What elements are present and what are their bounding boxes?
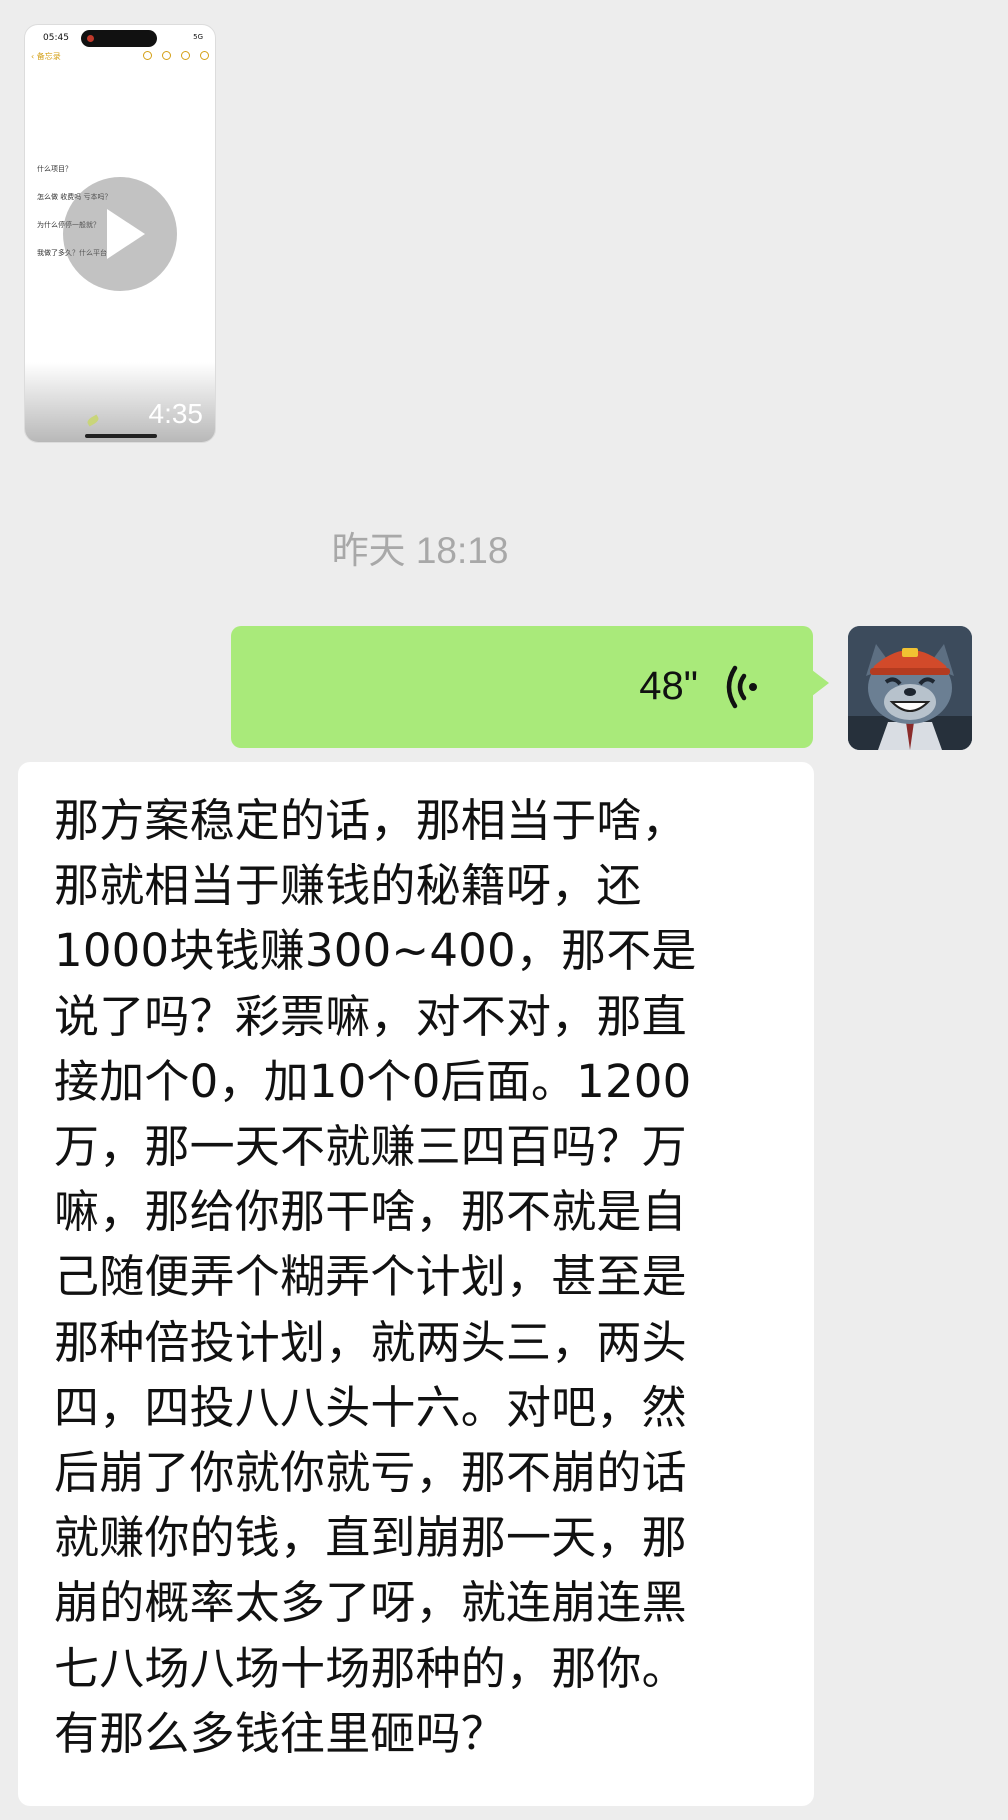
message-line: 那就相当于赚钱的秘籍呀，还 bbox=[54, 859, 642, 913]
dynamic-island bbox=[81, 30, 157, 47]
video-message[interactable]: 05:45 5G ‹ 备忘录 什么项目？ 怎么做 收费吗 亏本吗？ 为什么停停一… bbox=[24, 24, 216, 443]
play-icon[interactable] bbox=[63, 177, 177, 291]
message-line: 万，那一天不就赚三四百吗？万 bbox=[54, 1120, 687, 1174]
message-line: 崩的概率太多了呀，就连崩连黑 bbox=[54, 1576, 687, 1630]
message-line: 说了吗？彩票嘛，对不对，那直 bbox=[54, 989, 687, 1043]
message-line: 后崩了你就你就亏，那不崩的话 bbox=[54, 1446, 687, 1500]
video-status-bar: 05:45 5G bbox=[25, 25, 215, 47]
video-note-line: 什么项目？ bbox=[37, 165, 72, 173]
video-status-time: 05:45 bbox=[43, 33, 69, 43]
settings-icon bbox=[162, 51, 171, 60]
message-line: 七八场八场十场那种的，那你。 bbox=[54, 1641, 687, 1695]
video-notes-back: ‹ 备忘录 bbox=[31, 52, 61, 61]
video-notes-back-label: 备忘录 bbox=[36, 52, 61, 61]
message-line: 就赚你的钱，直到崩那一天，那 bbox=[54, 1511, 687, 1565]
avatar[interactable] bbox=[848, 626, 972, 750]
video-duration: 4:35 bbox=[148, 398, 204, 429]
video-notes-nav-icons bbox=[143, 51, 209, 60]
text-message-body: 那方案稳定的话，那相当于啥， 那就相当于赚钱的秘籍呀，还 1000块钱赚300~… bbox=[54, 788, 784, 1766]
message-line: 接加个0，加10个0后面。1200 bbox=[54, 1054, 692, 1108]
video-notes-nav: ‹ 备忘录 bbox=[31, 51, 209, 65]
message-line: 有那么多钱往里砸吗？ bbox=[54, 1706, 507, 1760]
message-line: 1000块钱赚300~400，那不是 bbox=[54, 924, 697, 978]
chat-timestamp: 昨天 18:18 bbox=[331, 530, 509, 571]
voice-duration: 48" bbox=[639, 664, 698, 708]
message-line: 那方案稳定的话，那相当于啥， bbox=[54, 794, 687, 847]
message-line: 己随便弄个糊弄个计划，甚至是 bbox=[54, 1250, 687, 1304]
message-line: 那种倍投计划，就两头三，两头 bbox=[54, 1315, 687, 1369]
message-line: 四，四投八八头十六。对吧，然 bbox=[54, 1380, 687, 1434]
home-indicator bbox=[85, 434, 157, 438]
voice-message-bubble[interactable]: 48" bbox=[231, 626, 829, 748]
message-line: 嘛，那给你那干啥，那不就是自 bbox=[54, 1185, 687, 1239]
more-icon bbox=[200, 51, 209, 60]
voice-wave-icon bbox=[726, 665, 757, 709]
cartoon-wolf-avatar bbox=[848, 626, 972, 750]
share-icon bbox=[181, 51, 190, 60]
emoji-icon bbox=[143, 51, 152, 60]
text-message-bubble[interactable]: 那方案稳定的话，那相当于啥， 那就相当于赚钱的秘籍呀，还 1000块钱赚300~… bbox=[18, 762, 814, 1806]
video-status-signal: 5G bbox=[193, 33, 203, 41]
